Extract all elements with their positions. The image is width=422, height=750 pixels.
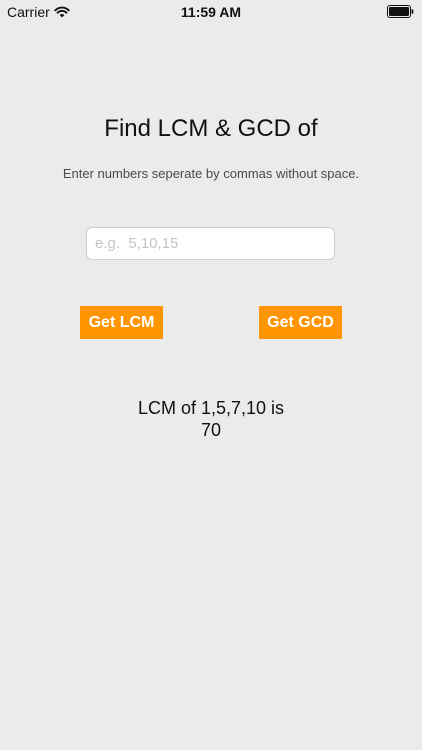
result-value: 70 [200, 420, 222, 440]
get-gcd-button[interactable]: Get GCD [259, 306, 342, 339]
battery-icon [387, 5, 414, 18]
result-description: LCM of 1,5,7,10 is [137, 398, 285, 418]
status-bar: Carrier 11:59 AM [0, 0, 422, 24]
result-text: LCM of 1,5,7,10 is 70 [0, 397, 422, 441]
numbers-input[interactable] [86, 227, 335, 260]
page-title: Find LCM & GCD of [104, 115, 318, 142]
instructions-text: Enter numbers seperate by commas without… [62, 166, 360, 181]
status-time: 11:59 AM [180, 4, 242, 20]
get-lcm-button[interactable]: Get LCM [80, 306, 163, 339]
